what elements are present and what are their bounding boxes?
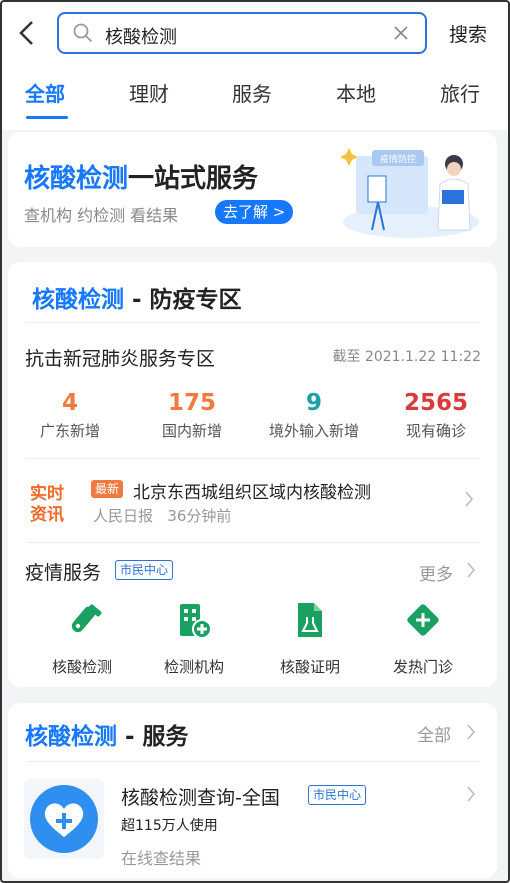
search-box[interactable]: 核酸检测	[57, 12, 427, 54]
divider	[26, 322, 479, 323]
active-tab-indicator	[26, 116, 68, 119]
tab-all[interactable]: 全部	[25, 78, 65, 107]
all-link[interactable]: 全部	[417, 721, 451, 746]
epidemic-zone-title: 核酸检测 - 防疫专区	[32, 287, 242, 313]
news-meta: 人民日报 36分钟前	[93, 505, 231, 526]
search-input[interactable]: 核酸检测	[105, 23, 177, 49]
covid-service-subtitle: 抗击新冠肺炎服务专区	[25, 348, 216, 370]
service-fever-clinic[interactable]: 发热门诊	[373, 600, 473, 677]
program-thumbnail[interactable]	[24, 779, 104, 859]
program-description: 在线查结果	[121, 849, 202, 868]
learn-more-button[interactable]: 去了解 >	[215, 200, 294, 224]
tab-travel[interactable]: 旅行	[440, 78, 480, 107]
divider	[26, 542, 479, 543]
as-of-timestamp: 截至 2021.1.22 11:22	[332, 349, 482, 365]
chevron-right-icon[interactable]	[466, 561, 476, 579]
illustration-label: 疫情防控	[380, 153, 416, 165]
back-arrow-icon[interactable]	[14, 18, 40, 48]
hospital-building-icon	[180, 604, 212, 639]
news-headline[interactable]: 北京东西城组织区域内核酸检测	[133, 478, 371, 503]
certificate-file-icon	[298, 603, 322, 637]
top-bar: 核酸检测 搜索 全部 理财 服务 本地 旅行	[0, 0, 510, 130]
medical-cross-diamond-icon	[407, 604, 439, 636]
test-tube-icon	[71, 604, 102, 633]
service-testing-institutions[interactable]: 检测机构	[144, 600, 244, 677]
divider	[26, 761, 479, 762]
epidemic-zone-card: 核酸检测 - 防疫专区 抗击新冠肺炎服务专区 截至 2021.1.22 11:2…	[8, 262, 497, 687]
tab-finance[interactable]: 理财	[129, 78, 169, 107]
news-time: 36分钟前	[167, 507, 232, 525]
chevron-right-icon[interactable]	[466, 723, 476, 741]
news-source: 人民日报	[93, 507, 154, 525]
tab-local[interactable]: 本地	[336, 78, 376, 107]
epidemic-services-title: 疫情服务	[25, 562, 102, 584]
service-nucleic-certificate[interactable]: 核酸证明	[260, 600, 360, 677]
citizen-center-tag: 市民中心	[308, 785, 367, 805]
citizen-center-tag: 市民中心	[115, 560, 174, 580]
service-nucleic-test[interactable]: 核酸检测	[32, 600, 132, 677]
search-button[interactable]: 搜索	[449, 20, 487, 47]
chevron-right-icon[interactable]	[466, 785, 476, 803]
program-title[interactable]: 核酸检测查询-全国	[121, 783, 280, 810]
epidemic-prevention-illustration: 疫情防控	[340, 148, 479, 238]
stat-guangdong-new: 4 广东新增	[39, 390, 100, 440]
realtime-news-logo: 实时 资讯	[30, 483, 64, 524]
search-icon	[73, 23, 93, 43]
banner-title: 核酸检测一站式服务	[24, 164, 259, 194]
more-link[interactable]: 更多	[419, 560, 453, 585]
heart-plus-icon	[30, 785, 98, 853]
svg-text:资讯: 资讯	[30, 504, 64, 524]
tab-services[interactable]: 服务	[232, 78, 272, 107]
divider	[26, 458, 479, 459]
banner-subtitle: 查机构 约检测 看结果	[24, 206, 179, 225]
promo-banner[interactable]: 核酸检测一站式服务 查机构 约检测 看结果 去了解 > 疫情防控	[8, 132, 497, 247]
chevron-right-icon[interactable]	[464, 490, 474, 508]
category-tabs: 全部 理财 服务 本地 旅行	[0, 78, 510, 122]
svg-text:实时: 实时	[30, 483, 64, 504]
stat-domestic-new: 175 国内新增	[161, 390, 222, 440]
latest-badge: 最新	[91, 480, 124, 498]
clear-icon[interactable]	[393, 25, 409, 41]
stat-imported-new: 9 境外输入新增	[268, 390, 359, 440]
stat-current-confirmed: 2565 现有确诊	[403, 390, 468, 440]
nucleic-service-card: 核酸检测 - 服务 全部 核酸检测查询-全国 市民中心 超115万人使用 在线查…	[8, 703, 497, 878]
service-section-title: 核酸检测 - 服务	[25, 724, 189, 750]
user-count: 超115万人使用	[121, 818, 218, 834]
